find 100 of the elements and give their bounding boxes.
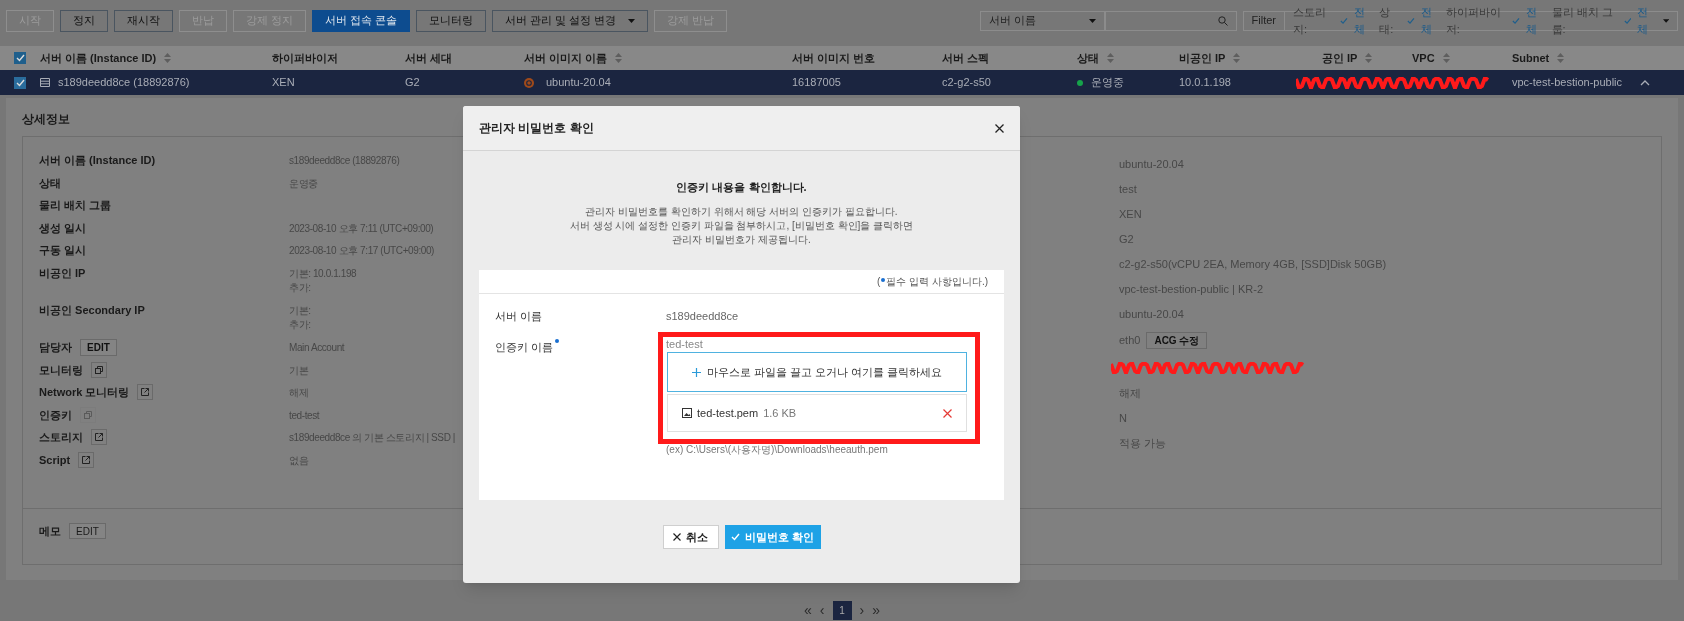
select-all-checkbox[interactable] [14,52,26,64]
image-file-icon [682,408,692,418]
search-category-select[interactable]: 서버 이름 [979,10,1105,31]
detail-value: ubuntu-20.04 [1119,307,1184,323]
column-header[interactable]: 서버 이미지 이름 [524,49,792,67]
table-row[interactable]: s189deedd8ce (18892876) XEN G2 ubuntu-20.04 16187005 c2-g2-s50 운영중 10.0.1.198 vpc-test-bestion-public [0,70,1684,95]
check-icon [15,78,25,87]
collapse-icon[interactable] [1640,79,1650,86]
close-icon [673,533,681,541]
check-icon [1406,16,1415,25]
detail-label: 모니터링 [39,362,83,378]
field-value: ted-test [666,337,704,351]
previous-page-icon[interactable]: ‹ [819,600,825,621]
cancel-button[interactable]: 취소 [662,525,719,549]
file-dropzone[interactable]: 마우스로 파일을 끌고 오거나 여기를 클릭하세요 [667,352,967,392]
file-size: 1.6 KB [763,405,797,421]
table-cell-text: ubuntu-20.04 [546,75,611,91]
external-link-button[interactable] [91,429,107,446]
external-link-icon [95,433,103,442]
toolbar-button[interactable]: 서버 접속 콘솔 [312,9,411,32]
detail-value: eth0 [1119,333,1141,349]
column-header[interactable]: 서버 스펙 [942,49,1077,67]
plus-icon [691,367,701,377]
server-icon [40,78,50,87]
check-icon [1512,16,1521,25]
detail-label: Network 모니터링 [39,385,130,401]
toolbar-button[interactable]: 서버 관리 및 설정 변경 [492,9,649,32]
last-page-icon[interactable]: » [872,600,880,621]
detail-label: 스토리지 [39,430,83,446]
detail-value: XEN [1119,207,1142,223]
toolbar-button[interactable]: 재시작 [114,9,173,32]
detail-label: 인증키 [39,407,72,423]
confirm-button[interactable]: 비밀번호 확인 [724,525,821,549]
check-icon [15,54,25,62]
caret-icon [1662,18,1669,23]
detail-label: 상태 [39,175,61,191]
table-cell-text: XEN [272,75,296,91]
detail-label: Script [39,452,71,468]
table-cell-text: 운영중 [1091,75,1124,91]
row-checkbox[interactable] [14,76,26,89]
table-cell-text: 16187005 [792,75,842,91]
external-link-button[interactable] [137,384,154,401]
detail-value: G2 [1119,232,1134,248]
detail-label: 구동 일시 [39,243,87,259]
table-cell-text: vpc-test-bestion-public [1512,75,1624,91]
section-title: 상세정보 [22,112,70,126]
column-header[interactable]: 하이퍼바이저 [272,49,405,67]
field-label: 인증키 이름 [495,340,554,355]
edit-button[interactable]: EDIT [69,523,106,539]
required-note: ( 필수 입력 사항입니다.) [877,275,988,289]
detail-label: 생성 일시 [39,220,87,236]
page-button[interactable]: 1 [832,601,852,620]
close-icon[interactable] [995,123,1004,133]
detail-value: vpc-test-bestion-public | KR-2 [1119,282,1264,298]
detail-label: 메모 [39,524,61,539]
detail-value: ubuntu-20.04 [1119,157,1184,173]
table-cell-text: G2 [405,75,421,91]
field-label: 서버 이름 [494,309,544,324]
copy-button[interactable] [91,361,107,378]
next-page-icon[interactable]: › [859,600,865,621]
search-field[interactable] [1104,10,1237,31]
caret-icon [628,18,636,23]
check-icon [1623,16,1632,25]
external-link-button[interactable] [78,451,95,468]
remove-icon[interactable] [943,408,952,418]
copy-icon [84,410,92,419]
column-header[interactable]: VPC [1412,49,1512,67]
table-cell-text: s189deedd8ce (18892876) [58,75,190,91]
column-header[interactable]: Subnet [1512,49,1640,67]
detail-label: 물리 배치 그룹 [39,198,112,214]
detail-label: 비공인 Secondary IP [39,302,145,318]
toolbar-button[interactable]: 정지 [60,9,108,32]
table-cell-text: 10.0.1.198 [1179,75,1232,91]
detail-value: c2-g2-s50(vCPU 2EA, Memory 4GB, [SSD]Disk 50GB) [1119,257,1387,273]
detail-label: 비공인 IP [39,265,86,281]
column-header[interactable]: 비공인 IP [1179,49,1292,67]
caret-icon [1088,18,1096,23]
column-header[interactable]: 서버 이미지 번호 [792,49,942,67]
column-header[interactable]: 공인 IP [1292,49,1412,67]
filter-button[interactable]: Filter [1242,10,1285,31]
detail-value: N [1119,411,1127,427]
column-header[interactable]: 서버 세대 [405,49,524,67]
ubuntu-icon [524,77,534,88]
external-link-icon [141,388,150,397]
detail-label: 담당자 [39,339,72,355]
dialog-heading: 인증키 내용을 확인합니다. [676,180,807,195]
dialog-description: 관리자 비밀번호를 확인하기 위해서 해당 서버의 인증키가 필요합니다. 서버 생성 시에 설정한 인증키 파일을 첨부하시고, [비밀번호 확인]을 클릭하면 관리자 비밀번호가 제공됩니다. [569,205,914,247]
path-example: (ex) C:\Users\(사용자명)\Downloads\heeauth.pem [666,443,889,457]
first-page-icon[interactable]: « [804,600,812,621]
search-icon [1217,15,1228,26]
acg-edit-button[interactable]: ACG 수정 [1146,332,1208,349]
detail-value: Main Account [289,340,345,355]
dialog-title: 관리자 비밀번호 확인 [479,120,594,137]
toolbar-button[interactable]: 모니터링 [416,9,487,32]
column-header[interactable]: 서버 이름 (Instance ID) [40,49,272,67]
check-icon [730,533,740,541]
check-icon [1340,16,1348,25]
column-header[interactable]: 상태 [1077,49,1179,67]
edit-button[interactable]: EDIT [80,338,117,356]
copy-icon [95,365,103,374]
